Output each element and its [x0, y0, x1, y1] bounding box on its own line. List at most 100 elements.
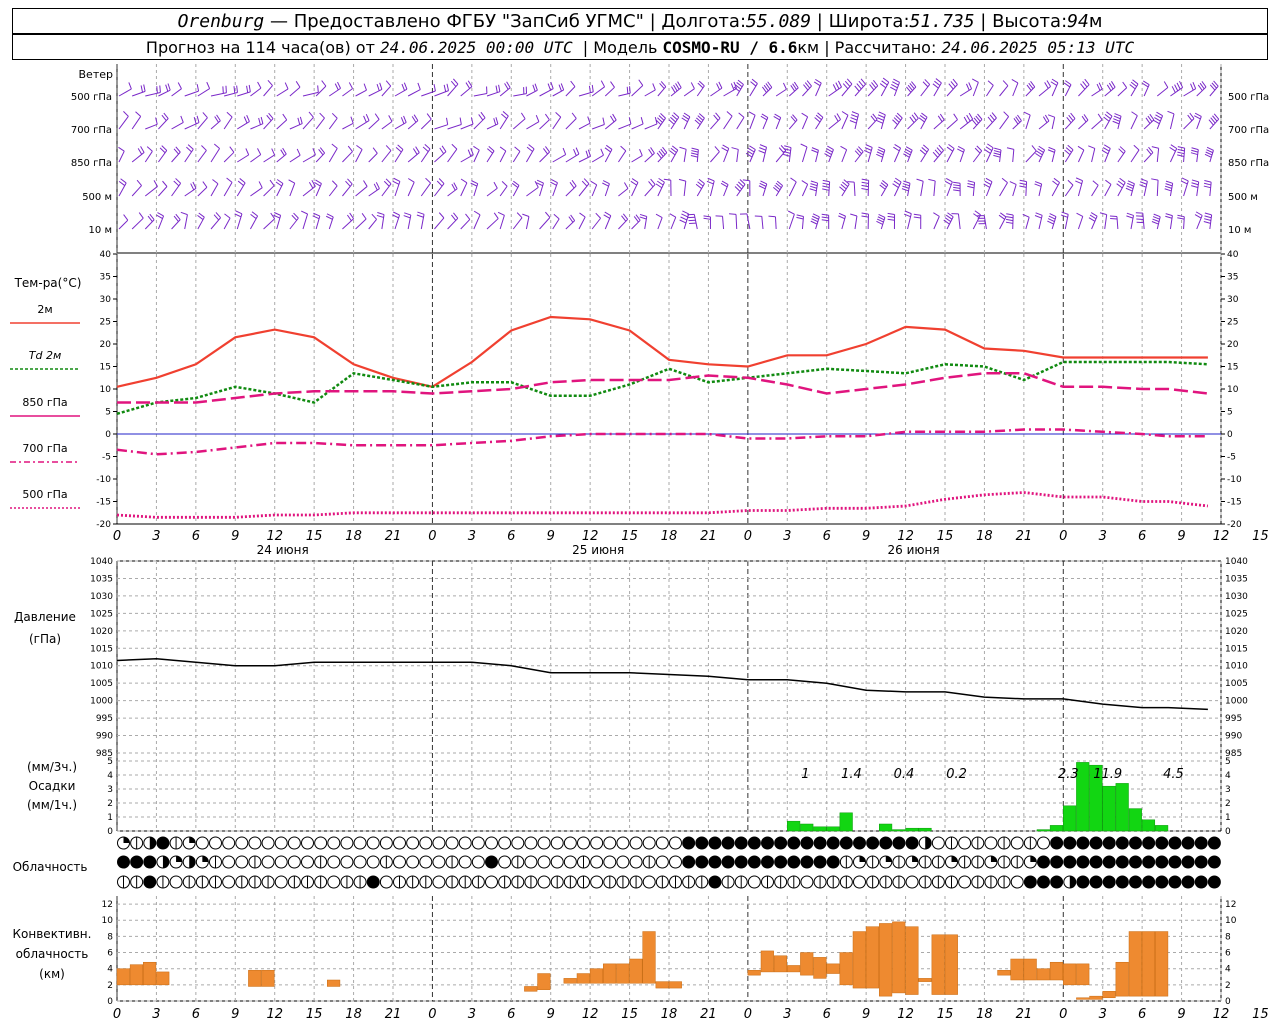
- wind-barb-feather: [1105, 179, 1112, 185]
- cloud-cover-icon: [235, 855, 249, 869]
- wind-barb-feather: [1190, 83, 1194, 91]
- wind-barb-feather: [691, 150, 699, 153]
- cloud-cover-icon: [1010, 875, 1024, 889]
- wind-barb-feather: [467, 80, 473, 87]
- wind-barb: [1012, 184, 1017, 197]
- cloud-cover-icon: [813, 855, 827, 869]
- wind-barb-feather: [478, 114, 484, 121]
- wind-barb-feather: [451, 143, 458, 150]
- pres-y-tick-label: 990: [96, 732, 113, 742]
- wind-barb-feather: [1080, 83, 1086, 90]
- temp-legend-label: 850 гПа: [22, 396, 67, 409]
- wind-barb-feather: [1203, 221, 1211, 224]
- pres-y-tick-label: 995: [96, 714, 113, 724]
- wind-barb-feather: [1206, 146, 1214, 151]
- wind-barb: [263, 118, 274, 130]
- wind-barb-feather: [876, 120, 884, 124]
- wind-barb-feather: [257, 148, 262, 155]
- wind-barb: [171, 88, 182, 97]
- wind-barb-feather: [493, 118, 497, 126]
- wind-barb-feather: [994, 147, 1002, 151]
- wind-barb-feather: [393, 177, 401, 182]
- wind-barb: [723, 115, 733, 130]
- wind-barb-feather: [602, 182, 609, 187]
- wind-barb-feather: [928, 178, 936, 182]
- wind-barb-feather: [403, 115, 407, 123]
- wind-barb-feather: [1122, 81, 1128, 88]
- conv-bar: [1141, 931, 1156, 997]
- cloud-cover-icon: [708, 875, 722, 889]
- wind-barb: [118, 116, 129, 130]
- wind-barb-feather: [813, 81, 821, 87]
- wind-barb-feather: [1047, 149, 1055, 153]
- wind-barb-feather: [887, 218, 895, 221]
- cloud-cover-icon: [471, 836, 485, 850]
- precip-y-tick-label: 2: [107, 799, 113, 809]
- precip-grid-v: [116, 753, 1222, 831]
- wind-barb: [1104, 115, 1113, 130]
- wind-barb: [237, 154, 249, 163]
- wind-barb-feather: [363, 180, 368, 187]
- wind-barb-feather: [534, 180, 539, 188]
- wind-barb-feather: [1005, 221, 1013, 224]
- conv-bar: [1115, 961, 1129, 997]
- cloud-cover-icon: [747, 836, 761, 850]
- wind-barb-feather: [721, 147, 728, 152]
- wind-barb-feather: [173, 180, 180, 187]
- x-tick-label: 15: [937, 1007, 954, 1022]
- conv-bar: [327, 979, 341, 987]
- wind-barb: [131, 185, 142, 197]
- wind-barb-feather: [863, 149, 871, 154]
- wind-barb: [775, 150, 787, 163]
- wind-level-label-right: 850 гПа: [1228, 158, 1269, 169]
- wind-barb: [1038, 86, 1051, 97]
- wind-barb-feather: [1203, 185, 1211, 189]
- cloud-cover-icon-half: [925, 837, 932, 849]
- wind-barb-feather: [143, 84, 146, 92]
- wind-barb-feather: [1131, 111, 1138, 117]
- wind-barb: [276, 88, 289, 97]
- wind-barb-feather: [790, 177, 797, 183]
- wind-barb-feather: [385, 145, 392, 151]
- wind-barb-feather: [703, 215, 711, 218]
- cloud-cover-icon: [1142, 855, 1156, 869]
- wind-barb: [171, 151, 181, 163]
- wind-barb: [604, 86, 615, 97]
- pres-y-tick-label-right: 1015: [1225, 644, 1248, 654]
- wind-barb-feather: [1061, 211, 1069, 215]
- wind-barb: [696, 85, 705, 97]
- wind-barb: [591, 217, 601, 230]
- wind-barb-feather: [796, 216, 804, 220]
- wind-barb-feather: [1092, 180, 1099, 186]
- cloud-cover-icon: [1168, 875, 1182, 889]
- wind-barb-feather: [1191, 182, 1199, 186]
- wind-barb: [801, 184, 809, 197]
- conv-bar: [773, 955, 788, 973]
- temp-y-tick-label: 40: [100, 250, 112, 260]
- wind-barb-feather: [1117, 180, 1125, 186]
- wind-barb-feather: [1034, 183, 1042, 187]
- wind-barb: [499, 215, 505, 230]
- cloud-cover-icon: [984, 836, 998, 850]
- wind-barb-feather: [957, 148, 964, 153]
- x-axis-hours-bottom: 0 3 6 9 12 15 18 21 0 3 6 9 12 15 18 21 0 3 6 9 12 15 18 21 0 3 6 9…: [113, 1007, 1269, 1022]
- x-tick-label: 15: [1252, 1007, 1269, 1022]
- temp-y-tick-label-right: -5: [1227, 453, 1236, 463]
- wind-barb-feather: [1035, 212, 1043, 216]
- cloud-cover-icon: [774, 836, 788, 850]
- wind-barb-feather: [136, 179, 142, 186]
- wind-barb: [683, 88, 695, 97]
- wind-barb-feather: [603, 214, 610, 219]
- wind-barb-feather: [315, 179, 322, 184]
- wind-level-label: 500 гПа: [71, 92, 112, 103]
- wind-barb: [710, 151, 720, 163]
- wind-barb: [946, 84, 958, 97]
- wind-barb: [158, 150, 168, 163]
- wind-barb-feather: [438, 178, 445, 184]
- wind-barb-feather: [317, 85, 319, 93]
- x-tick-label: 15: [306, 529, 323, 544]
- wind-barb: [381, 121, 393, 130]
- wind-level-label: 10 м: [89, 225, 112, 236]
- wind-barb-feather: [471, 180, 478, 185]
- temp-legend-label: Td 2м: [29, 349, 62, 362]
